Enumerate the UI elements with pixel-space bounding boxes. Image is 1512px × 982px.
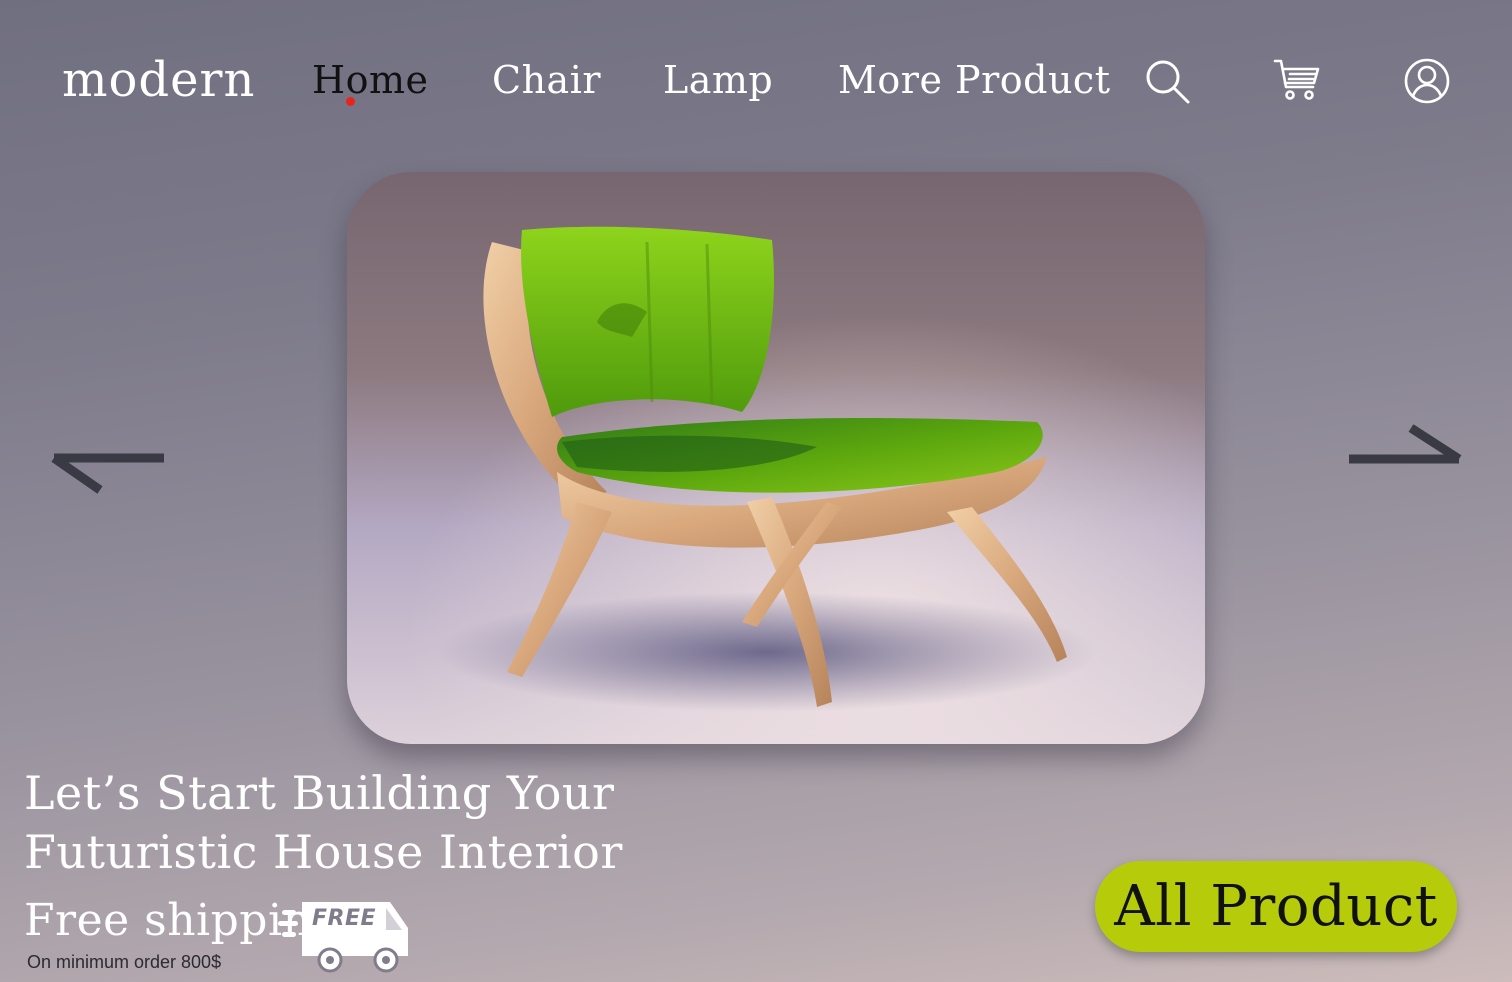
free-badge-label: FREE	[312, 906, 377, 931]
green-lounge-chair-illustration	[347, 172, 1205, 744]
nav-lamp[interactable]: Lamp	[663, 58, 773, 102]
nav-more-product[interactable]: More Product	[838, 58, 1110, 102]
search-icon[interactable]	[1143, 57, 1191, 105]
arrow-left-icon[interactable]	[50, 420, 170, 500]
hero-headline: Let’s Start Building Your Futuristic Hou…	[24, 766, 623, 879]
nav-home[interactable]: Home	[312, 58, 429, 102]
arrow-right-icon[interactable]	[1345, 420, 1465, 500]
hero-product-image[interactable]	[347, 172, 1205, 744]
active-indicator-dot	[346, 97, 355, 106]
brand-logo[interactable]: modern	[62, 52, 255, 108]
user-icon[interactable]	[1403, 57, 1451, 105]
free-delivery-truck-icon: FREE	[278, 896, 418, 976]
all-product-button[interactable]: All Product	[1095, 861, 1457, 952]
cart-icon[interactable]	[1273, 57, 1321, 105]
shipping-note: On minimum order 800$	[27, 952, 222, 972]
nav-chair[interactable]: Chair	[492, 58, 601, 102]
